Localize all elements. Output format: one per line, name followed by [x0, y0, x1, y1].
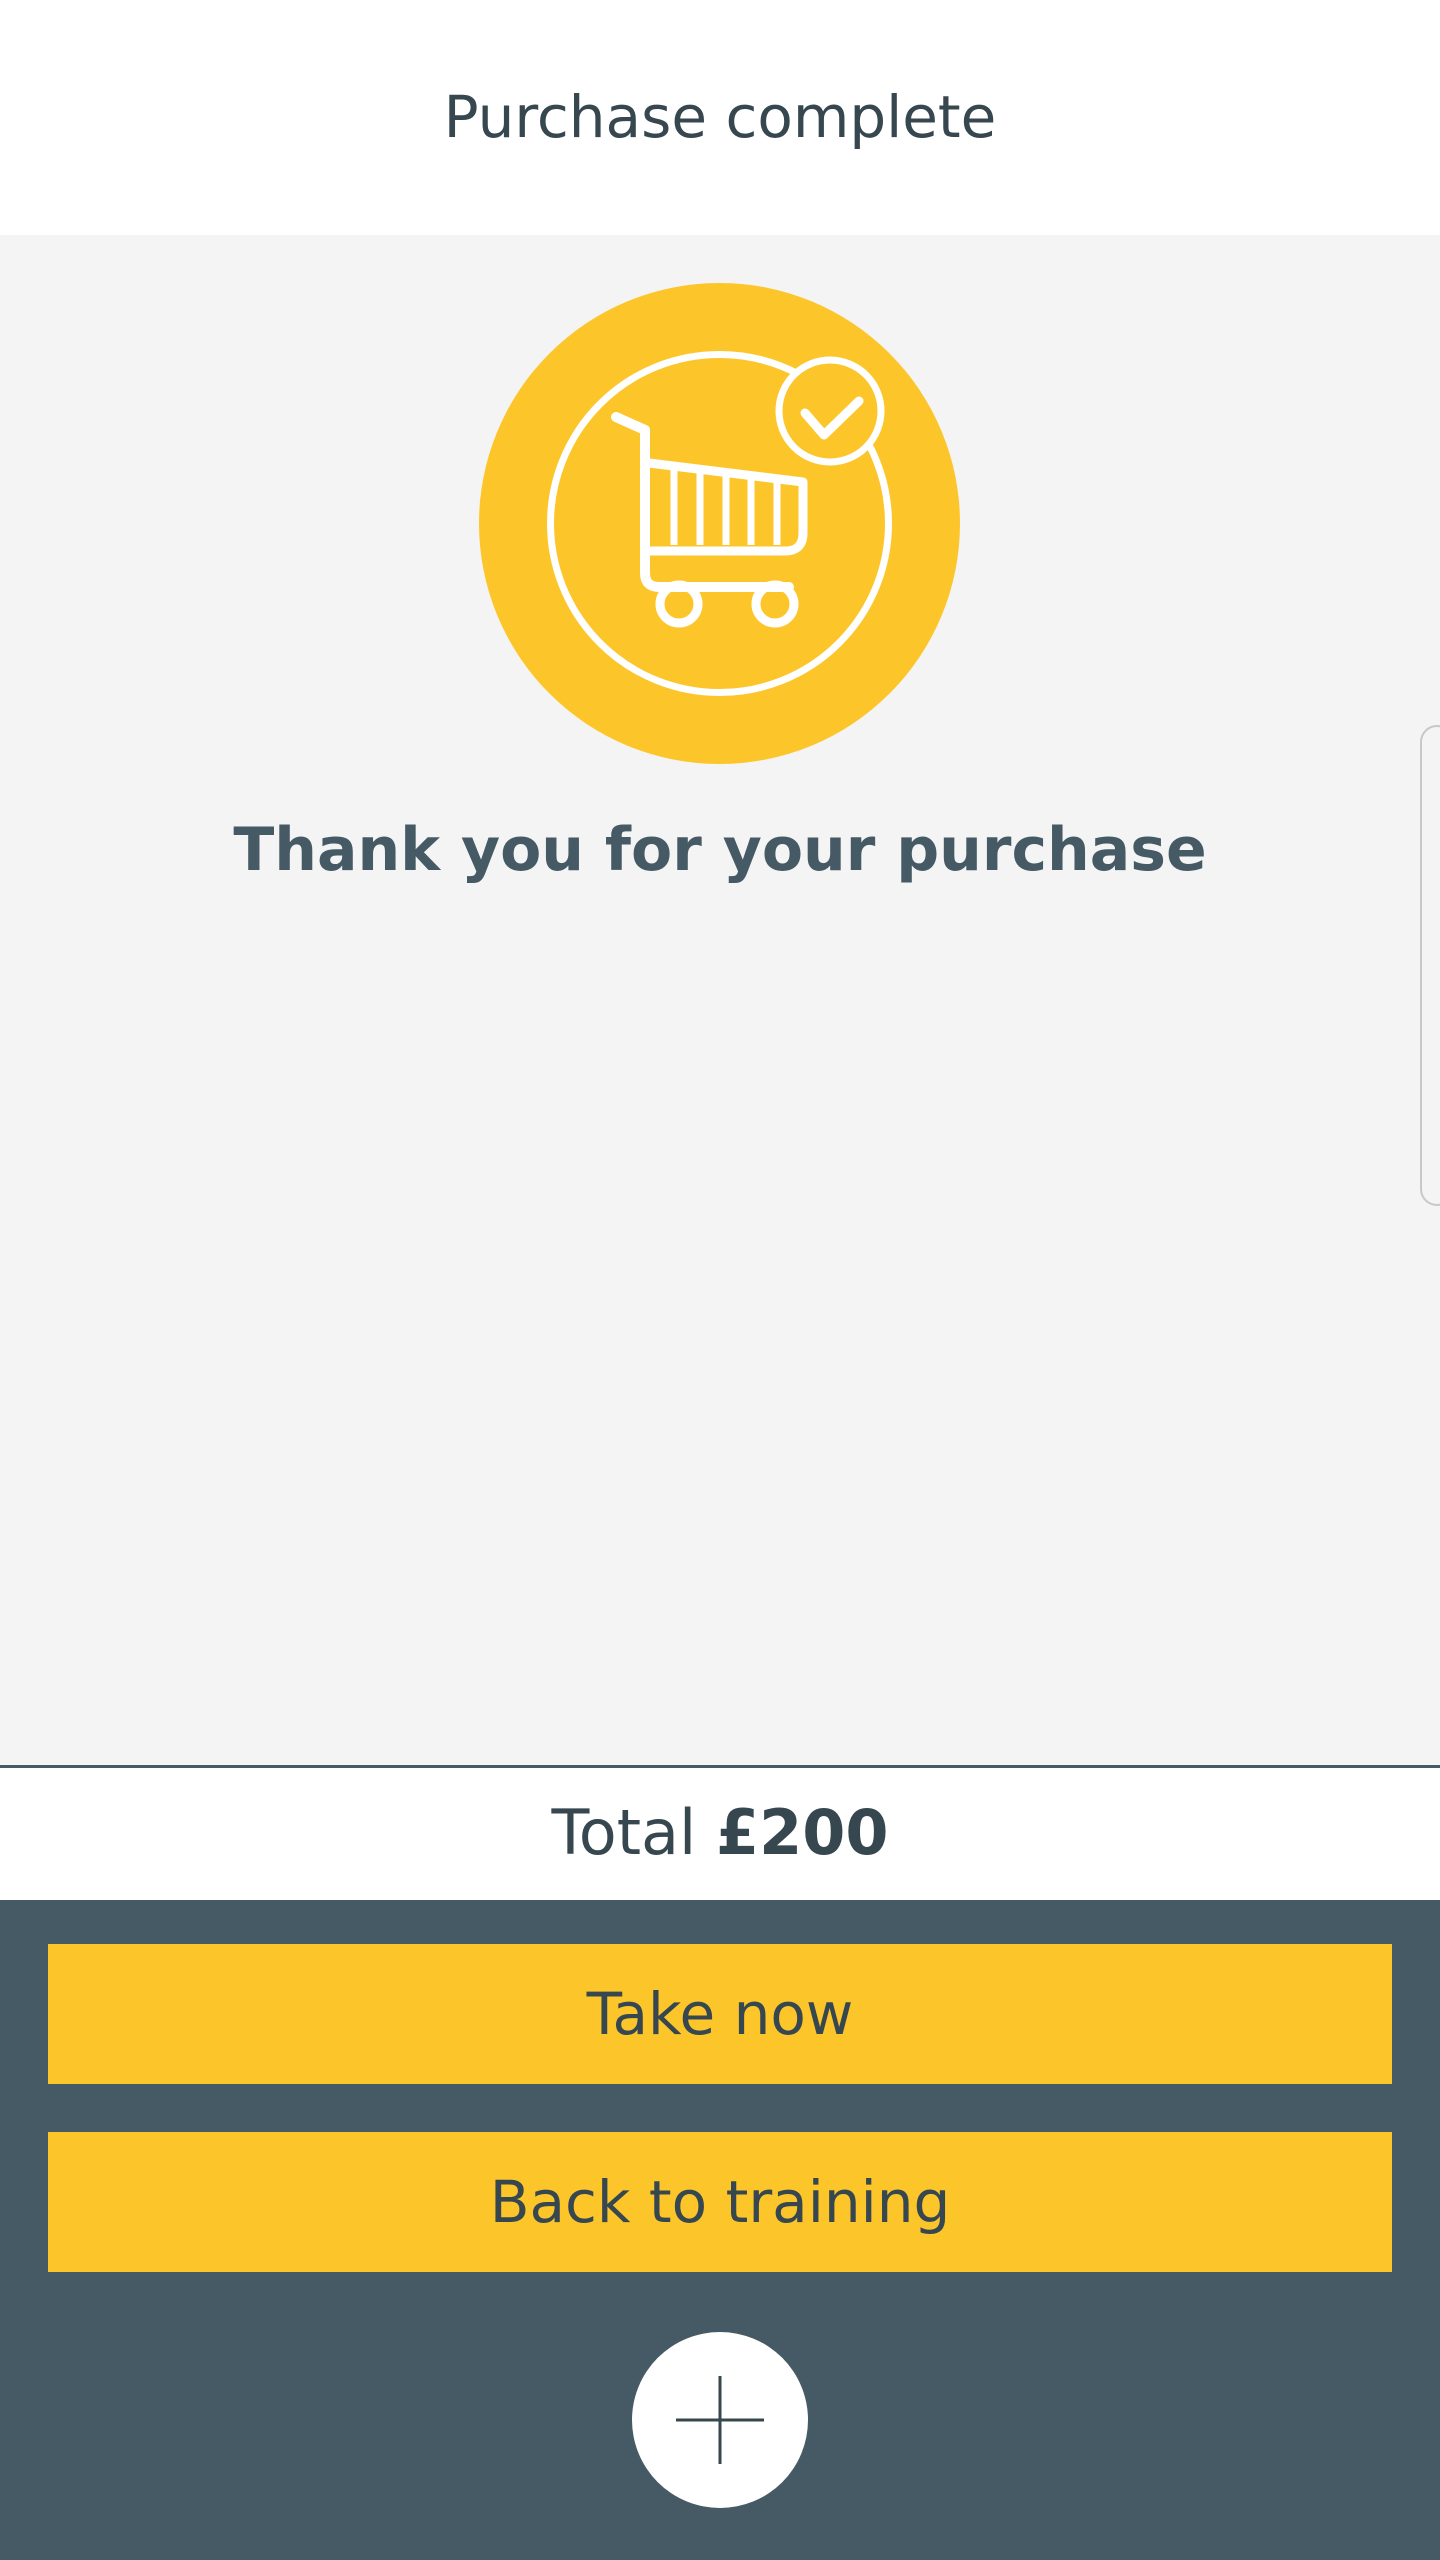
page-title: Purchase complete [443, 83, 997, 151]
total-amount: £200 [715, 1796, 889, 1869]
total-bar: Total £200 [0, 1765, 1440, 1900]
cart-check-icon [479, 283, 960, 764]
plus-icon [632, 2376, 808, 2464]
action-footer: Take now Back to training [0, 1900, 1440, 2560]
app-header: Purchase complete [0, 0, 1440, 235]
take-now-button[interactable]: Take now [48, 1944, 1392, 2084]
side-drawer-handle[interactable] [1420, 725, 1440, 1206]
success-message: Thank you for your purchase [233, 815, 1207, 885]
total-summary: Total £200 [0, 1798, 1440, 1868]
total-label: Total [551, 1796, 697, 1869]
add-button[interactable] [632, 2332, 808, 2508]
back-to-training-button[interactable]: Back to training [48, 2132, 1392, 2272]
